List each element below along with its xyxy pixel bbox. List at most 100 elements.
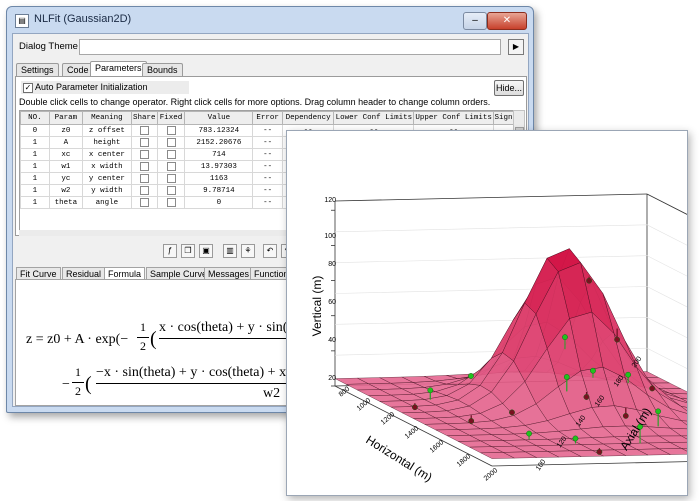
- fixed-checkbox[interactable]: [166, 125, 176, 135]
- x-tick-label: 1800: [456, 453, 473, 468]
- z-tick-label: 40: [328, 337, 336, 344]
- share-checkbox[interactable]: [139, 173, 149, 183]
- chart-icon[interactable]: ▥: [223, 244, 237, 258]
- cell-fixed[interactable]: [156, 184, 186, 197]
- cell-no[interactable]: 1: [20, 136, 50, 149]
- column-header[interactable]: Dependency: [281, 111, 335, 125]
- cell-fixed[interactable]: [156, 172, 186, 185]
- title-bar[interactable]: ▤ NLFit (Gaussian2D) – ✕: [7, 7, 533, 33]
- column-header[interactable]: Error: [252, 111, 283, 125]
- x-tick-label: 800: [338, 386, 352, 399]
- cell-fixed[interactable]: [156, 196, 186, 209]
- tab-code[interactable]: Code: [62, 63, 94, 77]
- close-button[interactable]: ✕: [487, 12, 527, 30]
- data-point: [509, 409, 515, 416]
- cell-meaning[interactable]: y center: [81, 172, 132, 185]
- cell-share[interactable]: [130, 136, 158, 149]
- cell-meaning[interactable]: x center: [81, 148, 132, 161]
- cell-no[interactable]: 1: [20, 148, 50, 161]
- z-tick-label: 60: [328, 299, 336, 306]
- column-header[interactable]: Value: [184, 111, 254, 125]
- cell-share[interactable]: [130, 172, 158, 185]
- column-header[interactable]: Param: [48, 111, 83, 125]
- fit-tool-icon[interactable]: ƒ: [163, 244, 177, 258]
- formula-half-den: 2: [140, 339, 146, 353]
- data-point: [623, 413, 629, 419]
- cell-param[interactable]: w2: [48, 184, 83, 197]
- tab-bounds[interactable]: Bounds: [142, 63, 183, 77]
- fixed-checkbox[interactable]: [166, 161, 176, 171]
- share-checkbox[interactable]: [139, 137, 149, 147]
- cell-value[interactable]: 714: [184, 148, 254, 161]
- cell-no[interactable]: 1: [20, 160, 50, 173]
- cell-no[interactable]: 1: [20, 196, 50, 209]
- cell-param[interactable]: xc: [48, 148, 83, 161]
- cell-param[interactable]: z0: [48, 124, 83, 137]
- share-checkbox[interactable]: [139, 185, 149, 195]
- fixed-checkbox[interactable]: [166, 137, 176, 147]
- dialog-theme-combo[interactable]: [79, 39, 501, 55]
- fixed-checkbox[interactable]: [166, 173, 176, 183]
- cell-share[interactable]: [130, 148, 158, 161]
- share-checkbox[interactable]: [139, 161, 149, 171]
- cell-param[interactable]: w1: [48, 160, 83, 173]
- tab-settings[interactable]: Settings: [16, 63, 59, 77]
- cell-meaning[interactable]: angle: [81, 196, 132, 209]
- column-header[interactable]: Sign: [493, 111, 514, 125]
- fixed-checkbox[interactable]: [166, 185, 176, 195]
- cell-value[interactable]: 1163: [184, 172, 254, 185]
- cell-meaning[interactable]: height: [81, 136, 132, 149]
- cell-no[interactable]: 0: [20, 124, 50, 137]
- cell-fixed[interactable]: [156, 160, 186, 173]
- share-checkbox[interactable]: [139, 197, 149, 207]
- column-header[interactable]: Meaning: [81, 111, 132, 125]
- cell-value[interactable]: 9.78714: [184, 184, 254, 197]
- cell-fixed[interactable]: [156, 148, 186, 161]
- column-header[interactable]: Upper Conf Limits: [413, 111, 495, 125]
- cell-share[interactable]: [130, 124, 158, 137]
- cell-meaning[interactable]: z offset: [81, 124, 132, 137]
- cell-share[interactable]: [130, 160, 158, 173]
- formula-denominator-2: w2: [263, 386, 281, 401]
- column-header[interactable]: NO.: [20, 111, 50, 125]
- cell-value[interactable]: 13.97303: [184, 160, 254, 173]
- cell-share[interactable]: [130, 184, 158, 197]
- cell-param[interactable]: yc: [48, 172, 83, 185]
- copy-icon[interactable]: ❐: [181, 244, 195, 258]
- formula-half-num: 1: [140, 320, 146, 334]
- x-axis-title: Horizontal (m): [363, 433, 434, 485]
- save-icon[interactable]: ▣: [199, 244, 213, 258]
- column-header[interactable]: Lower Conf Limits: [333, 111, 415, 125]
- fraction-bar: [159, 338, 299, 339]
- share-checkbox[interactable]: [139, 125, 149, 135]
- cell-error: --: [252, 184, 283, 197]
- hide-button[interactable]: Hide...: [494, 80, 524, 96]
- undo-icon[interactable]: ↶: [263, 244, 277, 258]
- data-point: [572, 435, 579, 442]
- cell-param[interactable]: theta: [48, 196, 83, 209]
- cell-fixed[interactable]: [156, 136, 186, 149]
- cell-fixed[interactable]: [156, 124, 186, 137]
- cell-value[interactable]: 2152.20676: [184, 136, 254, 149]
- column-header[interactable]: Fixed: [156, 111, 186, 125]
- fixed-checkbox[interactable]: [166, 149, 176, 159]
- cell-no[interactable]: 1: [20, 184, 50, 197]
- tab-parameters[interactable]: Parameters: [90, 61, 147, 77]
- formula-lhs: z = z0 + A · exp(−: [26, 332, 129, 347]
- minimize-button[interactable]: –: [463, 12, 487, 30]
- column-header[interactable]: Share: [130, 111, 158, 125]
- cell-no[interactable]: 1: [20, 172, 50, 185]
- auto-param-checkbox[interactable]: ✓: [23, 83, 33, 93]
- cell-meaning[interactable]: x width: [81, 160, 132, 173]
- share-checkbox[interactable]: [139, 149, 149, 159]
- cell-value[interactable]: 0: [184, 196, 254, 209]
- dialog-theme-arrow-button[interactable]: ▶: [508, 39, 524, 55]
- auto-param-row[interactable]: ✓ Auto Parameter Initialization: [21, 81, 189, 94]
- cell-value[interactable]: 783.12324: [184, 124, 254, 137]
- cell-error: --: [252, 160, 283, 173]
- tree-icon[interactable]: ⚘: [241, 244, 255, 258]
- cell-share[interactable]: [130, 196, 158, 209]
- cell-meaning[interactable]: y width: [81, 184, 132, 197]
- cell-param[interactable]: A: [48, 136, 83, 149]
- fixed-checkbox[interactable]: [166, 197, 176, 207]
